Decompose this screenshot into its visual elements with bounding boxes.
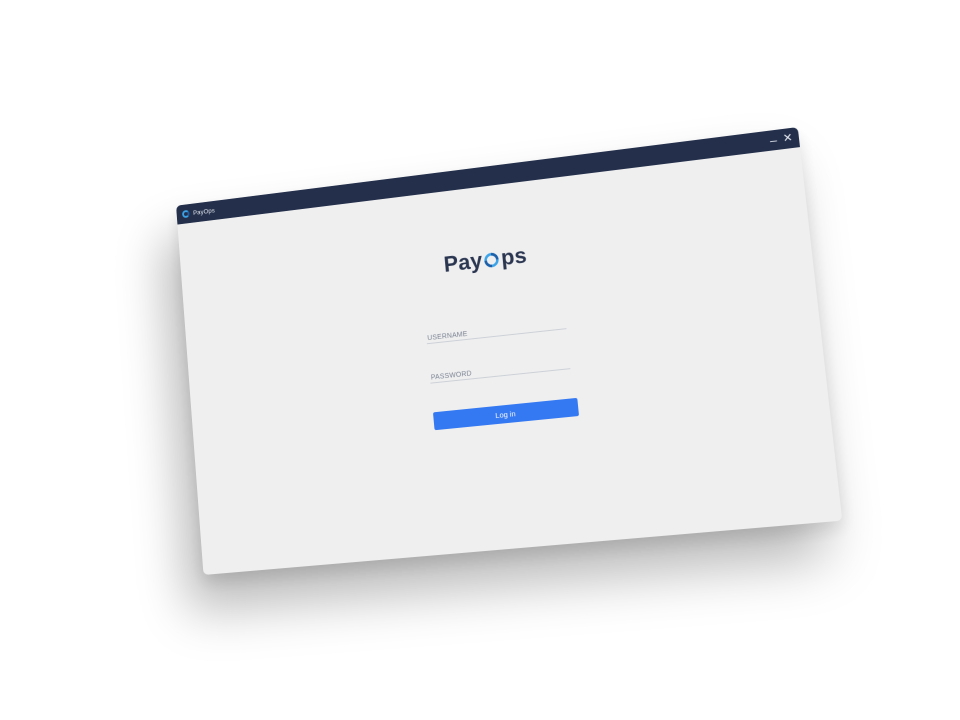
window-title: PayOps	[192, 207, 216, 217]
app-window: PayOps – ✕ Pay ps Log in	[176, 127, 843, 575]
username-input[interactable]	[425, 315, 569, 347]
minimize-icon[interactable]: –	[769, 130, 778, 151]
desktop-background: PayOps – ✕ Pay ps Log in	[0, 0, 960, 720]
app-logo: Pay ps	[182, 210, 810, 308]
username-field	[425, 312, 569, 347]
password-input[interactable]	[429, 355, 573, 387]
password-field	[428, 352, 573, 387]
login-button[interactable]: Log in	[432, 397, 580, 431]
close-icon[interactable]: ✕	[782, 128, 794, 149]
logo-swirl-icon	[483, 251, 501, 270]
logo-text-suffix: ps	[499, 242, 528, 271]
login-panel: Pay ps Log in	[177, 147, 842, 575]
payops-logo-icon	[181, 209, 190, 219]
logo-text-prefix: Pay	[442, 247, 484, 277]
